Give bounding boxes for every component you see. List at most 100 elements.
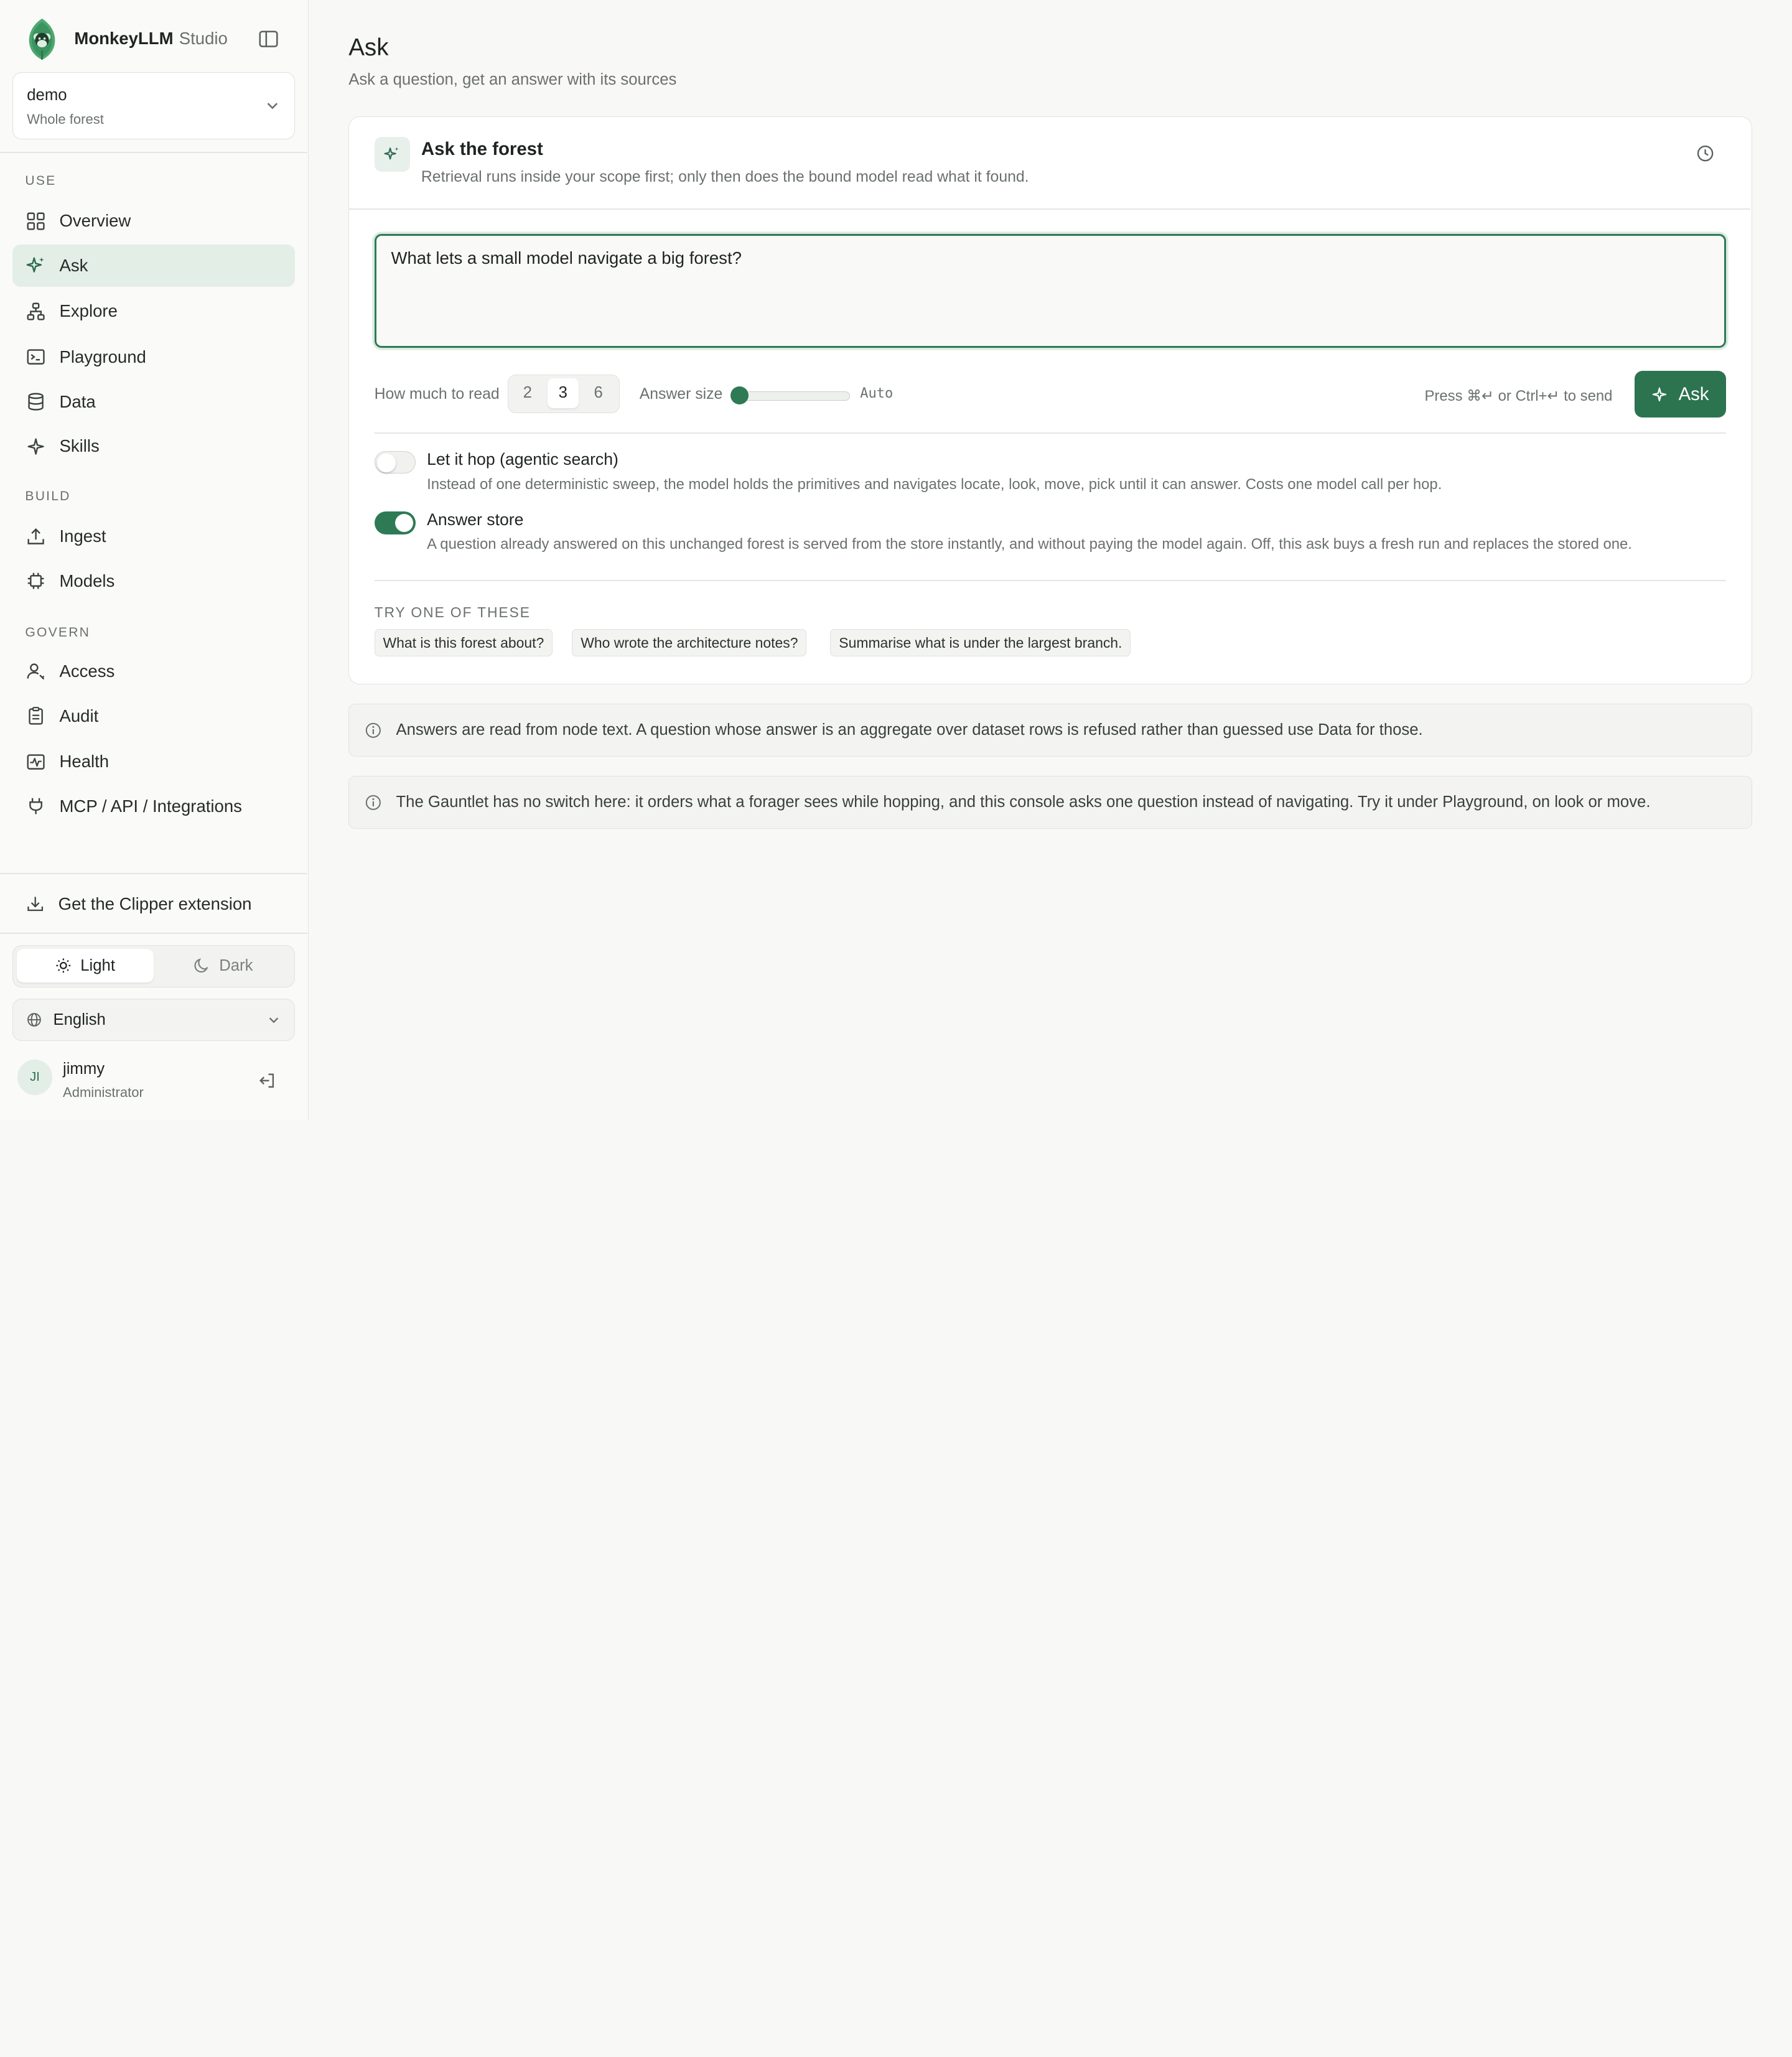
hop-toggle[interactable] bbox=[374, 450, 416, 474]
language-value: English bbox=[53, 1010, 106, 1028]
sidebar-item-label: MCP / API / Integrations bbox=[59, 796, 242, 816]
sidebar-item-explore[interactable]: Explore bbox=[12, 291, 295, 333]
answer-size-value: Auto bbox=[860, 385, 894, 401]
sparkle-icon bbox=[1653, 387, 1667, 401]
sidebar-item-skills[interactable]: Skills bbox=[12, 425, 295, 467]
sidebar-toggle-icon[interactable] bbox=[258, 30, 279, 48]
ask-card: Ask the forest Retrieval runs inside you… bbox=[348, 116, 1752, 685]
star-spark-icon bbox=[27, 438, 44, 455]
sidebar-item-playground[interactable]: Playground bbox=[12, 336, 295, 378]
sidebar-item-overview[interactable]: Overview bbox=[12, 200, 295, 242]
ask-button[interactable]: Ask bbox=[1635, 371, 1727, 418]
scope-subtitle: Whole forest bbox=[27, 111, 104, 128]
section-label-use: USE bbox=[25, 174, 57, 189]
brand-sub: Studio bbox=[179, 29, 228, 49]
scope-name: demo bbox=[27, 86, 67, 104]
send-hint: Press ⌘↵ or Ctrl+↵ to send bbox=[1424, 387, 1613, 404]
sparkle-icon bbox=[26, 257, 44, 273]
globe-icon bbox=[27, 1013, 42, 1027]
grid-icon bbox=[27, 212, 45, 230]
read-option[interactable]: 6 bbox=[583, 378, 614, 408]
plug-icon bbox=[29, 798, 43, 814]
theme-dark-option[interactable]: Dark bbox=[155, 949, 292, 982]
sidebar-item-label: Ingest bbox=[59, 526, 106, 546]
sidebar-item-health[interactable]: Health bbox=[12, 740, 295, 783]
question-input[interactable] bbox=[374, 233, 1727, 348]
clipboard-icon bbox=[29, 707, 44, 725]
controls-divider bbox=[374, 432, 1727, 434]
hop-title: Let it hop (agentic search) bbox=[427, 449, 618, 469]
sidebar-item-integrations[interactable]: MCP / API / Integrations bbox=[12, 785, 295, 828]
sidebar-item-ingest[interactable]: Ingest bbox=[12, 515, 295, 557]
sidebar-item-ask[interactable]: Ask bbox=[12, 245, 295, 287]
sun-icon bbox=[56, 958, 71, 973]
answer-store-title: Answer store bbox=[427, 510, 524, 529]
theme-toggle: Light Dark bbox=[12, 945, 295, 987]
sidebar-item-label: Models bbox=[59, 571, 115, 590]
info-icon bbox=[365, 795, 381, 810]
user-name: jimmy bbox=[63, 1060, 105, 1078]
avatar: JI bbox=[17, 1059, 53, 1095]
sidebar-item-access[interactable]: Access bbox=[12, 650, 295, 693]
brand[interactable]: MonkeyLLM Studio bbox=[25, 17, 228, 61]
clipper-extension-link[interactable]: Get the Clipper extension bbox=[12, 884, 295, 925]
brand-name: MonkeyLLM bbox=[74, 29, 174, 49]
sparkle-icon bbox=[374, 136, 410, 172]
read-option[interactable]: 2 bbox=[512, 378, 543, 408]
history-icon[interactable] bbox=[1696, 144, 1715, 163]
sidebar-item-models[interactable]: Models bbox=[12, 560, 295, 602]
sidebar-divider bbox=[0, 932, 308, 934]
info-note-text: Answers are read from node text. A quest… bbox=[396, 721, 1423, 739]
theme-light-option[interactable]: Light bbox=[16, 949, 154, 982]
section-label-govern: GOVERN bbox=[25, 625, 91, 640]
options-divider bbox=[374, 580, 1727, 582]
chevron-down-icon bbox=[267, 103, 278, 110]
info-note: The Gauntlet has no switch here: it orde… bbox=[348, 776, 1752, 829]
scope-selector[interactable]: demo Whole forest bbox=[12, 72, 295, 140]
answer-store-toggle[interactable] bbox=[374, 511, 416, 534]
database-icon bbox=[28, 393, 44, 411]
sidebar-item-label: Skills bbox=[59, 436, 100, 456]
suggestion-chip[interactable]: Summarise what is under the largest bran… bbox=[830, 629, 1131, 657]
answer-size-slider[interactable] bbox=[730, 386, 850, 405]
page-subtitle: Ask a question, get an answer with its s… bbox=[348, 70, 677, 88]
sidebar-divider bbox=[0, 873, 308, 875]
sidebar-item-label: Explore bbox=[59, 301, 118, 321]
sidebar-item-audit[interactable]: Audit bbox=[12, 695, 295, 737]
user-role: Administrator bbox=[63, 1084, 144, 1101]
clipper-extension-label: Get the Clipper extension bbox=[58, 893, 252, 913]
info-note: Answers are read from node text. A quest… bbox=[348, 704, 1752, 757]
suggestion-chip[interactable]: Who wrote the architecture notes? bbox=[572, 629, 807, 657]
sidebar-item-label: Health bbox=[59, 752, 110, 772]
slider-thumb[interactable] bbox=[730, 386, 749, 405]
app-root: MonkeyLLM Studio demo Whole forest USE O… bbox=[0, 0, 1792, 1120]
theme-dark-label: Dark bbox=[219, 956, 253, 974]
ask-button-label: Ask bbox=[1678, 383, 1709, 404]
read-depth-selector: 2 3 6 bbox=[508, 374, 620, 414]
sidebar-item-label: Ask bbox=[59, 256, 88, 276]
sidebar-item-label: Audit bbox=[59, 706, 99, 725]
page-title: Ask bbox=[348, 34, 389, 62]
sidebar-item-data[interactable]: Data bbox=[12, 381, 295, 423]
upload-icon bbox=[27, 528, 44, 544]
suggestion-chip[interactable]: What is this forest about? bbox=[374, 629, 553, 657]
suggestions-label: TRY ONE OF THESE bbox=[374, 604, 531, 620]
terminal-icon bbox=[27, 349, 45, 365]
monkey-leaf-logo-icon bbox=[29, 18, 55, 60]
pulse-chart-icon bbox=[27, 753, 45, 770]
card-description: Retrieval runs inside your scope first; … bbox=[421, 168, 1029, 185]
language-select[interactable]: English bbox=[12, 999, 295, 1042]
section-label-build: BUILD bbox=[25, 489, 71, 504]
moon-icon bbox=[194, 958, 208, 973]
chip-icon bbox=[27, 573, 44, 589]
logout-icon[interactable] bbox=[258, 1072, 276, 1089]
hierarchy-icon bbox=[27, 302, 45, 320]
sidebar-divider bbox=[0, 152, 308, 154]
read-depth-label: How much to read bbox=[374, 385, 500, 403]
answer-store-description: A question already answered on this unch… bbox=[427, 535, 1632, 553]
sidebar: MonkeyLLM Studio demo Whole forest USE O… bbox=[0, 0, 309, 1120]
read-option-selected[interactable]: 3 bbox=[547, 378, 579, 408]
card-divider bbox=[349, 208, 1750, 210]
main-content: Ask Ask a question, get an answer with i… bbox=[309, 0, 1792, 1120]
card-title: Ask the forest bbox=[421, 139, 543, 160]
